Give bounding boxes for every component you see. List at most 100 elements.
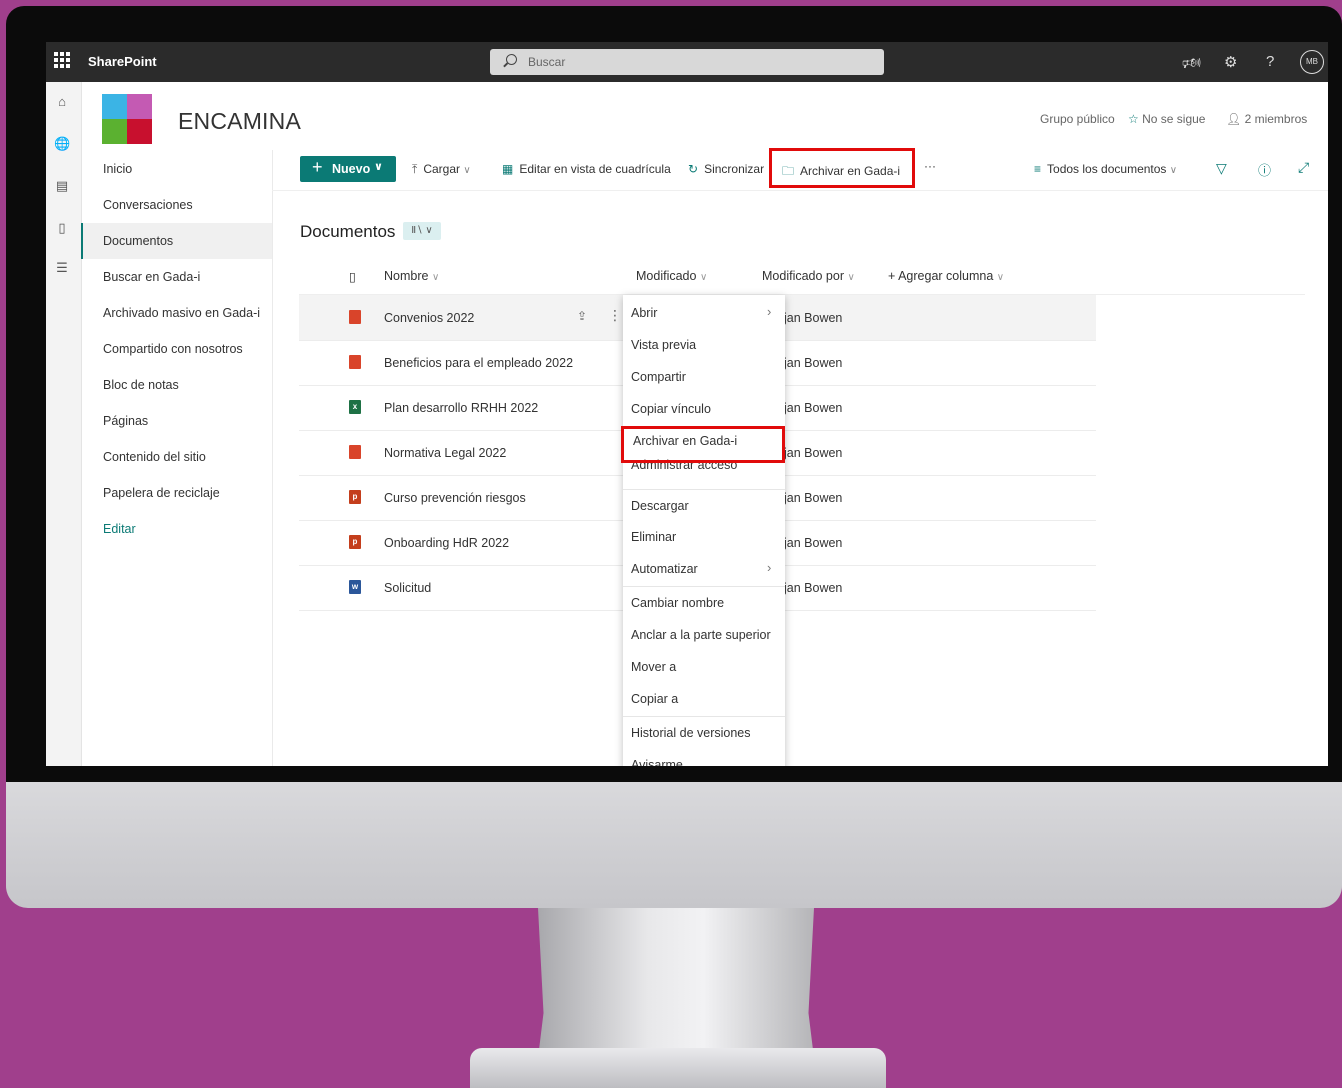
column-header-modified-by[interactable]: Modificado por ∨	[762, 269, 855, 283]
logo-tile	[127, 94, 152, 119]
star-icon: ☆	[1128, 112, 1139, 126]
lines-icon: ≡	[1034, 162, 1042, 176]
filter-icon[interactable]: ▽	[1216, 160, 1227, 177]
menu-item-mover-a[interactable]: Mover a	[623, 651, 785, 683]
menu-item-copiar-vinculo[interactable]: Copiar vínculo	[623, 393, 785, 425]
menu-label: Avisarme	[631, 758, 683, 766]
nav-item-compartido[interactable]: Compartido con nosotros	[81, 331, 272, 367]
menu-item-abrir[interactable]: Abrir ›	[623, 297, 785, 329]
nav-label: Editar	[103, 522, 136, 536]
nav-item-inicio[interactable]: Inicio	[81, 151, 272, 187]
file-name[interactable]: Normativa Legal 2022	[384, 446, 506, 460]
menu-item-eliminar[interactable]: Eliminar	[623, 521, 785, 553]
app-launcher-icon[interactable]	[54, 52, 70, 68]
new-button[interactable]: + Nuevo ∨	[300, 156, 396, 182]
menu-item-descargar[interactable]: Descargar	[623, 489, 785, 522]
more-button[interactable]: ···	[924, 159, 936, 173]
app-rail: ⌂ 🌐 ▤ ▯ ☰	[46, 82, 82, 766]
nav-item-conversaciones[interactable]: Conversaciones	[81, 187, 272, 223]
share-icon[interactable]: ⇪	[577, 309, 587, 323]
megaphone-icon[interactable]: 🕬	[1182, 53, 1201, 78]
follow-button[interactable]: ☆ No se sigue	[1128, 112, 1205, 126]
menu-item-anclar[interactable]: Anclar a la parte superior	[623, 619, 785, 651]
nav-label: Bloc de notas	[103, 378, 179, 392]
nav-item-bloc-notas[interactable]: Bloc de notas	[81, 367, 272, 403]
nav-item-buscar-gada-i[interactable]: Buscar en Gada-i	[81, 259, 272, 295]
column-label: Modificado por	[762, 269, 844, 283]
home-icon[interactable]: ⌂	[54, 94, 70, 110]
column-header-modified[interactable]: Modificado ∨	[636, 269, 707, 283]
pdf-icon	[349, 310, 361, 324]
members-button[interactable]: 👤︎ 2 miembros	[1226, 112, 1307, 126]
pdf-icon	[349, 355, 361, 369]
menu-label: Cambiar nombre	[631, 596, 725, 610]
menu-label: Vista previa	[631, 338, 697, 352]
nav-label: Papelera de reciclaje	[103, 486, 220, 500]
grid-edit-button[interactable]: ▦ Editar en vista de cuadrícula	[502, 162, 671, 176]
library-view-switcher[interactable]: Ⅱ∖ ∨	[403, 222, 441, 240]
context-menu: Abrir › Vista previa Compartir Copiar vín…	[623, 295, 785, 766]
chevron-down-icon: ∨	[374, 161, 383, 173]
sync-icon: ↻	[688, 162, 699, 176]
menu-item-copiar-a[interactable]: Copiar a	[623, 683, 785, 715]
chevron-down-icon: ∨	[996, 272, 1005, 283]
menu-item-vista-previa[interactable]: Vista previa	[623, 329, 785, 361]
gear-icon[interactable]: ⚙	[1224, 53, 1237, 71]
modified-by: jan Bowen	[784, 401, 843, 415]
column-label: Nombre	[384, 269, 429, 283]
nav-item-documentos[interactable]: Documentos	[81, 223, 272, 259]
info-icon[interactable]: ⓘ	[1258, 160, 1271, 179]
modified-by: jan Bowen	[784, 446, 843, 460]
nav-item-papelera[interactable]: Papelera de reciclaje	[81, 475, 272, 511]
menu-item-avisarme[interactable]: Avisarme	[623, 749, 785, 766]
modified-by: jan Bowen	[784, 311, 843, 325]
help-icon[interactable]: ?	[1266, 53, 1274, 70]
site-logo[interactable]	[102, 94, 152, 144]
column-label: Modificado	[636, 269, 697, 283]
logo-tile	[102, 119, 127, 144]
list-icon[interactable]: ☰	[54, 260, 70, 276]
app-name[interactable]: SharePoint	[88, 54, 157, 69]
pdf-icon	[349, 445, 361, 459]
column-header-name[interactable]: Nombre ∨	[384, 269, 439, 283]
modified-by: jan Bowen	[784, 491, 843, 505]
file-name[interactable]: Plan desarrollo RRHH 2022	[384, 401, 538, 415]
sync-button[interactable]: ↻ Sincronizar	[688, 162, 764, 176]
menu-item-compartir[interactable]: Compartir	[623, 361, 785, 393]
file-icon[interactable]: ▯	[54, 220, 70, 236]
powerpoint-icon: p	[349, 535, 361, 549]
nav-label: Buscar en Gada-i	[103, 270, 201, 284]
highlight-archive-menu-item	[621, 426, 785, 463]
file-name[interactable]: Curso prevención riesgos	[384, 491, 526, 505]
more-vertical-icon[interactable]: ⋮	[608, 307, 622, 324]
menu-label: Descargar	[631, 499, 689, 513]
left-navigation: Inicio Conversaciones Documentos Buscar …	[81, 150, 273, 766]
nav-item-contenido-sitio[interactable]: Contenido del sitio	[81, 439, 272, 475]
file-name[interactable]: Solicitud	[384, 581, 431, 595]
upload-label: Cargar	[423, 162, 460, 176]
menu-item-automatizar[interactable]: Automatizar ›	[623, 553, 785, 585]
upload-button[interactable]: ⤒ Cargar ∨	[412, 162, 471, 177]
grid-icon: ▦	[502, 162, 514, 176]
nav-item-editar[interactable]: Editar	[81, 511, 272, 547]
file-name[interactable]: Beneficios para el empleado 2022	[384, 356, 573, 370]
avatar[interactable]: MB	[1300, 50, 1324, 74]
modified-by: jan Bowen	[784, 581, 843, 595]
menu-item-cambiar-nombre[interactable]: Cambiar nombre	[623, 586, 785, 619]
file-type-column-icon[interactable]: ▯	[349, 269, 356, 284]
nav-item-paginas[interactable]: Páginas	[81, 403, 272, 439]
search-box[interactable]: Buscar	[490, 49, 884, 75]
expand-icon[interactable]: ⤢	[1298, 159, 1309, 176]
nav-label: Inicio	[103, 162, 133, 176]
file-name[interactable]: Onboarding HdR 2022	[384, 536, 509, 550]
news-icon[interactable]: ▤	[54, 178, 70, 194]
file-name[interactable]: Convenios 2022	[384, 311, 474, 325]
globe-icon[interactable]: 🌐	[54, 136, 70, 152]
nav-item-archivado-masivo[interactable]: Archivado masivo en Gada-i	[81, 295, 272, 331]
chevron-right-icon: ›	[767, 304, 772, 319]
highlight-archive-command	[769, 148, 915, 188]
view-selector[interactable]: ≡ Todos los documentos ∨	[1034, 162, 1177, 176]
add-column-button[interactable]: + Agregar columna ∨	[888, 269, 1004, 283]
menu-item-historial-versiones[interactable]: Historial de versiones	[623, 716, 785, 749]
nav-label: Archivado masivo en Gada-i	[103, 306, 261, 320]
